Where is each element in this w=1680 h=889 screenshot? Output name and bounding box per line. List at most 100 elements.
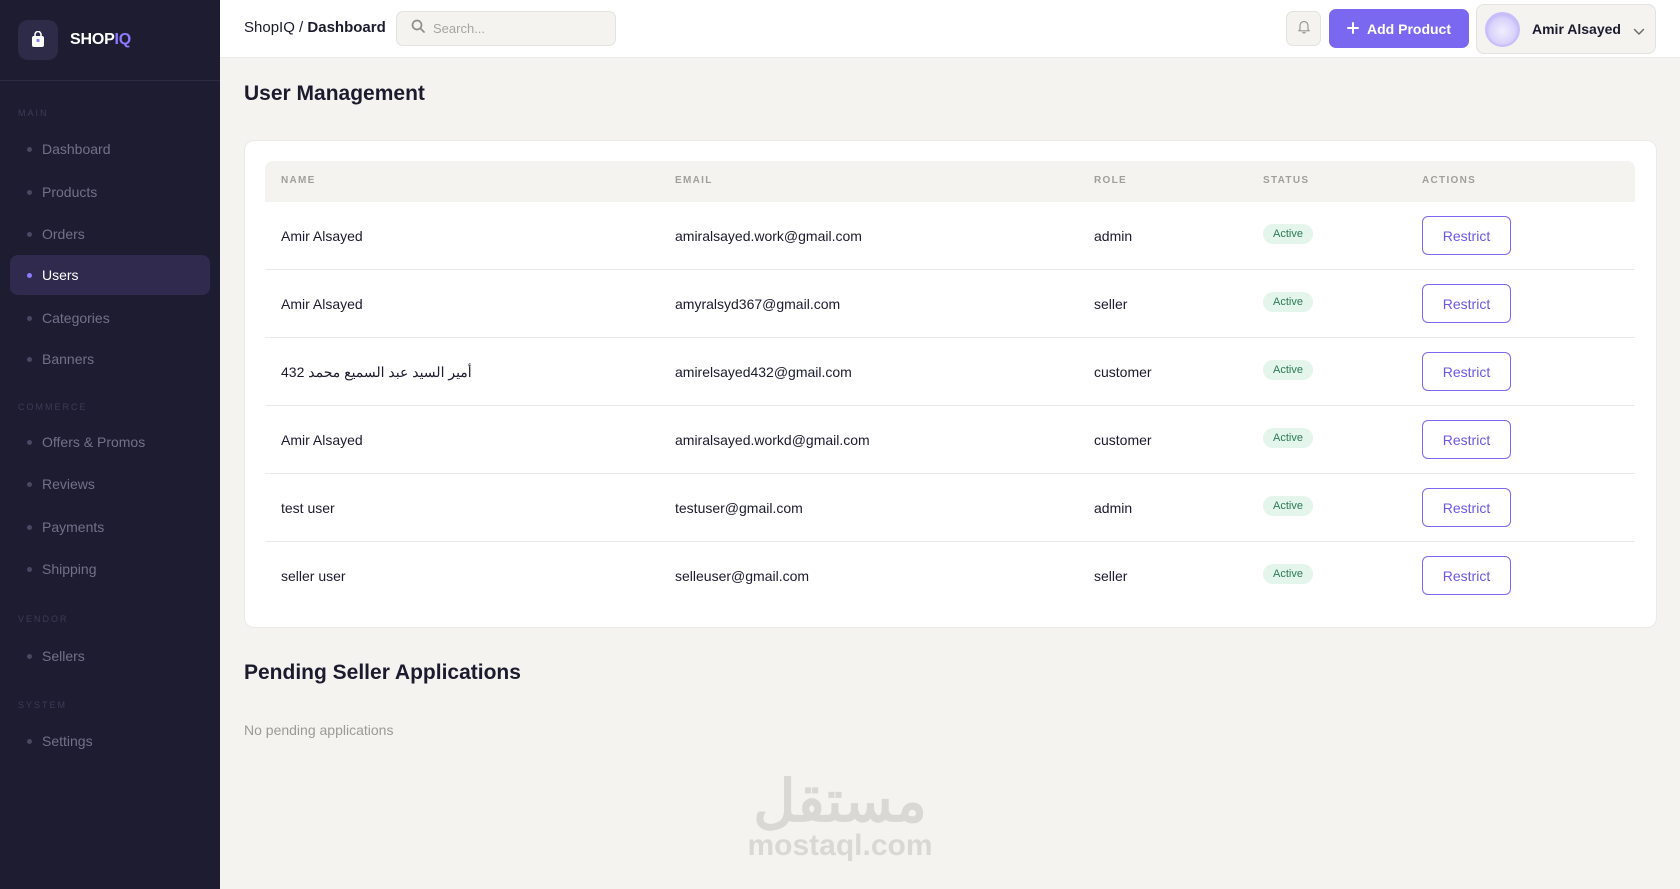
- nav-section-vendor: VENDOR: [18, 614, 69, 624]
- sidebar-item-dashboard[interactable]: Dashboard: [10, 129, 210, 169]
- sidebar-item-label: Users: [42, 267, 79, 283]
- status-badge: Active: [1263, 496, 1313, 516]
- sidebar: SHOPIQ MAIN Dashboard Products Orders Us…: [0, 0, 220, 889]
- bullet-dot: [27, 231, 32, 237]
- user-role-cell: admin: [1094, 228, 1133, 244]
- bullet-dot: [27, 566, 32, 572]
- sidebar-item-settings[interactable]: Settings: [10, 721, 210, 761]
- pending-applications-title: Pending Seller Applications: [244, 661, 521, 684]
- brand-logo-icon: [18, 20, 58, 60]
- user-role-cell: customer: [1094, 364, 1152, 380]
- sidebar-item-label: Shipping: [42, 561, 97, 577]
- user-name-cell: test user: [281, 500, 335, 516]
- bullet-dot: [27, 189, 32, 195]
- restrict-button[interactable]: Restrict: [1422, 556, 1511, 595]
- user-role-cell: admin: [1094, 500, 1133, 516]
- notifications-button[interactable]: [1286, 11, 1321, 46]
- search-icon: [411, 19, 425, 38]
- sidebar-item-payments[interactable]: Payments: [10, 507, 210, 547]
- sidebar-item-label: Offers & Promos: [42, 434, 146, 450]
- sidebar-item-products[interactable]: Products: [10, 172, 210, 212]
- table-row: seller user selleuser@gmail.com seller A…: [265, 542, 1635, 610]
- breadcrumb-root[interactable]: ShopIQ: [244, 19, 295, 36]
- restrict-button[interactable]: Restrict: [1422, 420, 1511, 459]
- status-badge: Active: [1263, 428, 1313, 448]
- user-email-cell: amyralsyd367@gmail.com: [675, 296, 841, 312]
- watermark: مستقل mostaql.com: [735, 773, 945, 861]
- user-management-title: User Management: [244, 82, 425, 105]
- user-name: Amir Alsayed: [1532, 21, 1621, 37]
- bullet-dot: [27, 738, 32, 744]
- breadcrumb-current: Dashboard: [307, 19, 386, 36]
- sidebar-item-label: Products: [42, 184, 98, 200]
- chevron-down-icon: [1633, 23, 1645, 41]
- user-email-cell: selleuser@gmail.com: [675, 568, 810, 584]
- bell-icon: [1297, 19, 1311, 39]
- user-role-cell: customer: [1094, 432, 1152, 448]
- status-badge: Active: [1263, 564, 1313, 584]
- column-header-name: NAME: [281, 175, 316, 186]
- sidebar-item-offers[interactable]: Offers & Promos: [10, 422, 210, 462]
- users-table: NAME EMAIL ROLE STATUS ACTIONS Amir Alsa…: [244, 140, 1657, 628]
- column-header-actions: ACTIONS: [1422, 175, 1477, 186]
- brand-name: SHOPIQ: [70, 31, 132, 48]
- sidebar-item-label: Sellers: [42, 648, 85, 664]
- column-header-email: EMAIL: [675, 175, 713, 186]
- status-badge: Active: [1263, 292, 1313, 312]
- sidebar-item-label: Banners: [42, 351, 95, 367]
- user-name-cell: Amir Alsayed: [281, 228, 363, 244]
- add-product-button[interactable]: Add Product: [1329, 9, 1469, 48]
- column-header-status: STATUS: [1263, 175, 1310, 186]
- add-product-label: Add Product: [1367, 20, 1451, 37]
- sidebar-item-orders[interactable]: Orders: [10, 214, 210, 254]
- restrict-button[interactable]: Restrict: [1422, 216, 1511, 255]
- sidebar-item-label: Payments: [42, 519, 105, 535]
- watermark-latin: mostaql.com: [747, 829, 933, 862]
- sidebar-item-users[interactable]: Users: [10, 255, 210, 295]
- user-name-cell: seller user: [281, 568, 346, 584]
- table-row: Amir Alsayed amyralsyd367@gmail.com sell…: [265, 270, 1635, 338]
- table-row: test user testuser@gmail.com admin Activ…: [265, 474, 1635, 542]
- sidebar-item-label: Reviews: [42, 476, 95, 492]
- sidebar-item-label: Categories: [42, 310, 110, 326]
- brand[interactable]: SHOPIQ: [0, 0, 220, 81]
- nav-section-commerce: COMMERCE: [18, 402, 88, 412]
- column-header-role: ROLE: [1094, 175, 1127, 186]
- empty-state-text: No pending applications: [244, 722, 394, 738]
- restrict-button[interactable]: Restrict: [1422, 352, 1511, 391]
- table-row: Amir Alsayed amiralsayed.workd@gmail.com…: [265, 406, 1635, 474]
- user-role-cell: seller: [1094, 568, 1128, 584]
- avatar: [1485, 11, 1520, 47]
- search-input[interactable]: [433, 21, 603, 36]
- restrict-button[interactable]: Restrict: [1422, 488, 1511, 527]
- sidebar-item-label: Settings: [42, 733, 93, 749]
- sidebar-item-label: Dashboard: [42, 141, 111, 157]
- sidebar-item-sellers[interactable]: Sellers: [10, 636, 210, 676]
- status-badge: Active: [1263, 360, 1313, 380]
- restrict-button[interactable]: Restrict: [1422, 284, 1511, 323]
- user-email-cell: testuser@gmail.com: [675, 500, 803, 516]
- bullet-dot: [27, 524, 32, 530]
- breadcrumb-separator: /: [299, 19, 304, 36]
- table-row: Amir Alsayed amiralsayed.work@gmail.com …: [265, 202, 1635, 270]
- user-email-cell: amirelsayed432@gmail.com: [675, 364, 852, 380]
- sidebar-item-shipping[interactable]: Shipping: [10, 549, 210, 589]
- breadcrumb: ShopIQ / Dashboard: [244, 19, 386, 36]
- bullet-dot: [27, 272, 32, 278]
- nav-section-main: MAIN: [18, 108, 49, 118]
- search-box[interactable]: [396, 11, 616, 46]
- sidebar-item-categories[interactable]: Categories: [10, 298, 210, 338]
- table-row: أمير السيد عبد السميع محمد 432 amirelsay…: [265, 338, 1635, 406]
- user-role-cell: seller: [1094, 296, 1128, 312]
- status-badge: Active: [1263, 224, 1313, 244]
- watermark-arabic: مستقل: [753, 769, 927, 834]
- user-menu[interactable]: Amir Alsayed: [1476, 4, 1656, 54]
- sidebar-item-label: Orders: [42, 226, 85, 242]
- bullet-dot: [27, 481, 32, 487]
- bullet-dot: [27, 146, 32, 152]
- user-name-cell: Amir Alsayed: [281, 432, 363, 448]
- sidebar-item-reviews[interactable]: Reviews: [10, 464, 210, 504]
- user-name-cell: Amir Alsayed: [281, 296, 363, 312]
- bullet-dot: [27, 356, 32, 362]
- sidebar-item-banners[interactable]: Banners: [10, 339, 210, 379]
